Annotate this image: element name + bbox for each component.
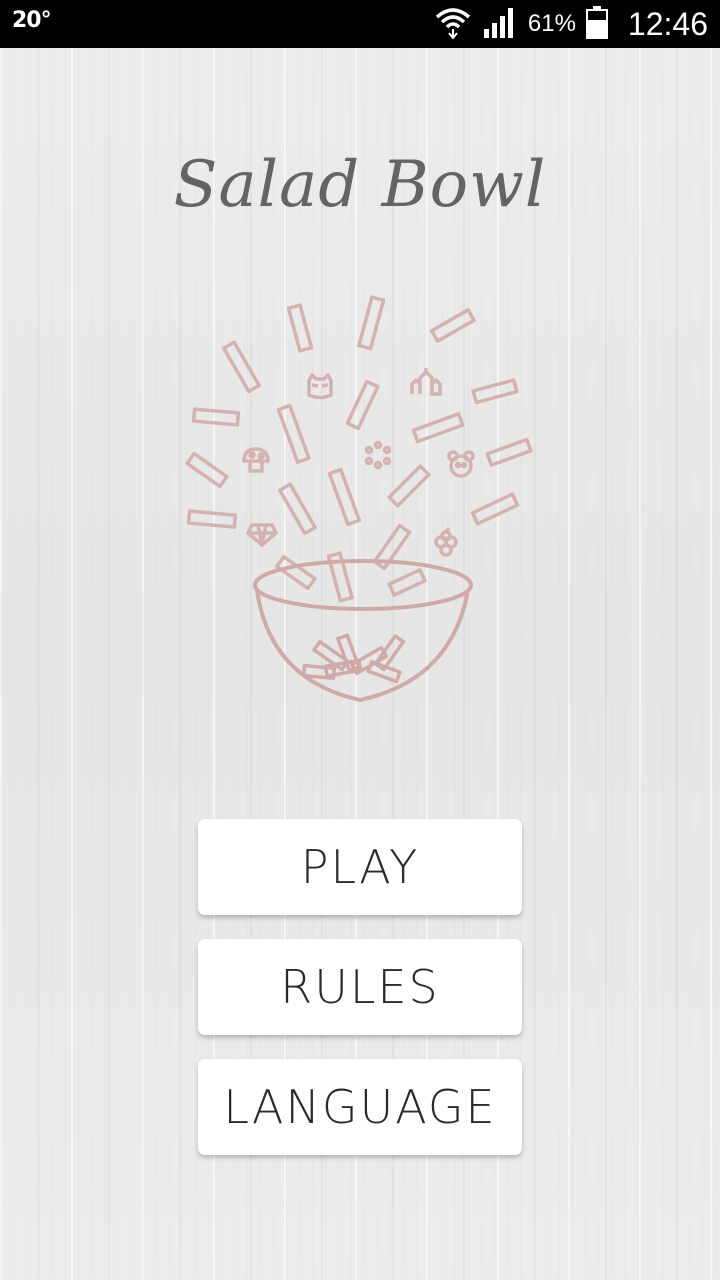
salad-bowl-illustration bbox=[170, 280, 550, 710]
app-title: Salad Bowl bbox=[173, 148, 547, 222]
main-menu: PLAY RULES LANGUAGE bbox=[198, 819, 522, 1179]
clock: 12:46 bbox=[627, 5, 708, 42]
weather-temperature: 20° bbox=[12, 8, 52, 33]
battery-percent: 61% bbox=[527, 10, 576, 37]
language-button[interactable]: LANGUAGE bbox=[198, 1059, 522, 1155]
rules-button[interactable]: RULES bbox=[198, 939, 522, 1035]
battery-icon bbox=[585, 5, 608, 43]
status-icons: 61% 12:46 bbox=[434, 0, 708, 48]
status-bar: 20° 61% 12:46 bbox=[0, 0, 720, 48]
signal-icon bbox=[482, 5, 518, 43]
wifi-icon bbox=[434, 5, 472, 43]
play-button[interactable]: PLAY bbox=[198, 819, 522, 915]
